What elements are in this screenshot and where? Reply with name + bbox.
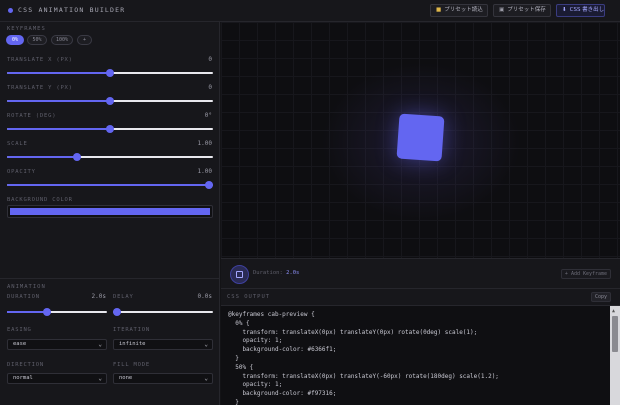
left-panel: KEYFRAMES 0% 50% 100% + TRANSLATE X (PX)…: [0, 22, 220, 405]
scale-label: SCALE: [7, 141, 28, 147]
opacity-value: 1.00: [197, 168, 212, 175]
slider-thumb[interactable]: [106, 125, 114, 133]
preview-stage: [221, 22, 620, 258]
save-preset-button[interactable]: ▣ プリセット保存: [493, 4, 551, 17]
rotate-slider[interactable]: [7, 125, 213, 133]
tab-keyframe-100[interactable]: 100%: [51, 35, 73, 45]
chevron-down-icon: ⌄: [98, 341, 102, 348]
code-line: }: [228, 398, 239, 405]
color-swatch: [10, 208, 210, 215]
translate-y-label: TRANSLATE Y (PX): [7, 85, 73, 91]
scale-value: 1.00: [197, 140, 212, 147]
animation-section: ANIMATION DURATION 2.0s DELAY 0.0s EASIN…: [0, 278, 219, 405]
iteration-select[interactable]: infinite ⌄: [113, 339, 213, 350]
scroll-up-icon[interactable]: ▲: [612, 308, 615, 314]
save-icon: ▣: [499, 7, 505, 13]
slider-thumb[interactable]: [43, 308, 51, 316]
delay-value: 0.0s: [197, 293, 212, 300]
translate-y-slider[interactable]: [7, 97, 213, 105]
css-output-title: CSS OUTPUT: [227, 294, 271, 300]
code-scrollbar[interactable]: ▲: [610, 306, 620, 405]
rotate-label: ROTATE (DEG): [7, 113, 57, 119]
keyframes-section-label: KEYFRAMES: [7, 26, 46, 32]
animation-section-label: ANIMATION: [7, 284, 46, 290]
fillmode-label: FILL MODE: [113, 362, 151, 368]
preview-box: [396, 113, 445, 162]
code-line: opacity: 1;: [228, 381, 283, 389]
code-line: }: [228, 354, 239, 362]
play-stop-button[interactable]: [230, 265, 249, 284]
chevron-down-icon: ⌄: [204, 341, 208, 348]
duration-label: DURATION: [7, 294, 40, 300]
duration-value: 2.0s: [91, 293, 106, 300]
timeline-duration: Duration: 2.0s: [253, 270, 299, 276]
copy-button[interactable]: Copy: [591, 292, 611, 302]
code-line: 0% {: [228, 319, 250, 327]
slider-thumb[interactable]: [106, 69, 114, 77]
tab-keyframe-50[interactable]: 50%: [27, 35, 47, 45]
easing-label: EASING: [7, 327, 32, 333]
delay-label: DELAY: [113, 294, 134, 300]
translate-x-value: 0: [208, 56, 212, 63]
timeline-duration-label: Duration:: [253, 270, 283, 276]
scale-slider[interactable]: [7, 153, 213, 161]
download-icon: ⬇: [562, 7, 567, 13]
fillmode-selected: none: [119, 375, 133, 381]
iteration-selected: infinite: [119, 341, 146, 347]
direction-select[interactable]: normal ⌄: [7, 373, 107, 384]
add-keyframe-tab[interactable]: +: [77, 35, 92, 45]
code-line: background-color: #f97316;: [228, 390, 337, 398]
code-line: 50% {: [228, 363, 254, 371]
code-line: @keyframes cab-preview {: [228, 311, 315, 318]
folder-icon: ■: [436, 7, 442, 13]
code-line: background-color: #6366f1;: [228, 346, 337, 354]
slider-thumb[interactable]: [113, 308, 121, 316]
scrollbar-thumb[interactable]: [612, 316, 618, 352]
chevron-down-icon: ⌄: [98, 375, 102, 382]
background-color-picker[interactable]: [7, 205, 213, 218]
translate-x-slider[interactable]: [7, 69, 213, 77]
fillmode-select[interactable]: none ⌄: [113, 373, 213, 384]
easing-selected: ease: [13, 341, 27, 347]
css-output-code[interactable]: @keyframes cab-preview { 0% { transform:…: [221, 306, 610, 405]
opacity-slider[interactable]: [7, 181, 213, 189]
app-title: CSS ANIMATION BUILDER: [18, 6, 126, 14]
stop-icon: [236, 271, 243, 278]
add-keyframe-button[interactable]: + Add Keyframe: [561, 269, 611, 279]
load-preset-button[interactable]: ■ プリセット読込: [430, 4, 488, 17]
code-line: transform: translateX(0px) translateY(-6…: [228, 372, 499, 380]
app-header: CSS ANIMATION BUILDER ■ プリセット読込 ▣ プリセット保存 …: [0, 0, 620, 22]
save-preset-label: プリセット保存: [507, 7, 546, 13]
css-output-header: CSS OUTPUT Copy: [221, 289, 620, 306]
tab-keyframe-0[interactable]: 0%: [6, 35, 24, 45]
easing-select[interactable]: ease ⌄: [7, 339, 107, 350]
iteration-label: ITERATION: [113, 327, 151, 333]
code-line: transform: translateX(0px) translateY(0p…: [228, 328, 478, 336]
export-css-button[interactable]: ⬇ CSS 書き出し: [556, 4, 605, 17]
load-preset-label: プリセット読込: [444, 7, 483, 13]
opacity-label: OPACITY: [7, 169, 36, 175]
direction-selected: normal: [13, 375, 33, 381]
direction-label: DIRECTION: [7, 362, 45, 368]
chevron-down-icon: ⌄: [204, 375, 208, 382]
slider-thumb[interactable]: [106, 97, 114, 105]
duration-slider[interactable]: [7, 308, 107, 316]
timeline-bar: Duration: 2.0s + Add Keyframe: [221, 258, 620, 289]
background-color-label: BACKGROUND COLOR: [7, 197, 73, 203]
timeline-duration-value: 2.0s: [286, 270, 300, 276]
slider-thumb[interactable]: [205, 181, 213, 189]
rotate-value: 0°: [204, 112, 212, 119]
translate-y-value: 0: [208, 84, 212, 91]
logo-dot-icon: [8, 8, 13, 13]
export-css-label: CSS 書き出し: [569, 7, 605, 13]
slider-thumb[interactable]: [73, 153, 82, 161]
translate-x-label: TRANSLATE X (PX): [7, 57, 73, 63]
code-line: opacity: 1;: [228, 337, 283, 345]
delay-slider[interactable]: [113, 308, 213, 316]
